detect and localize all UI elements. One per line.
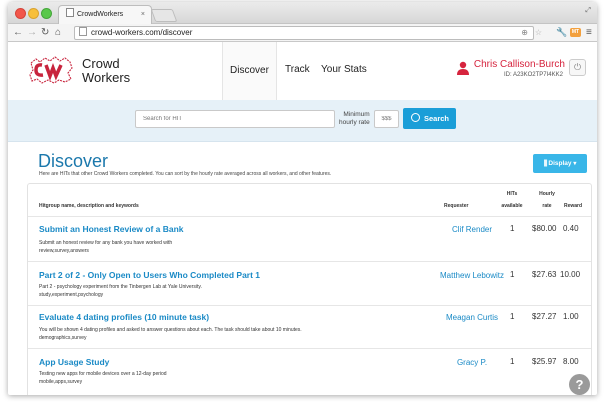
display-button[interactable]: ||| Display ▾ [533,154,587,173]
hit-description: Submit an honest review for any bank you… [39,239,359,255]
hit-keywords: review,survey,answers [39,248,89,254]
page-icon [79,27,87,36]
hit-description-text: Submit an honest review for any bank you… [39,240,173,246]
hit-hourly-rate: $80.00 [532,224,557,233]
search-input[interactable] [135,110,335,128]
tab-title: CrowdWorkers [77,11,124,18]
home-icon[interactable]: ⌂ [55,26,61,39]
hit-description: Part 2 - psychology experiment from the … [39,283,359,299]
col-header-hourly-line1: Hourly [539,191,555,197]
nav-your-stats[interactable]: Your Stats [321,64,367,75]
hit-available: 1 [510,312,515,321]
col-header-reward[interactable]: Reward [564,203,582,209]
close-window-button[interactable] [15,8,26,19]
hit-requester[interactable]: Matthew Lebowitz [436,270,508,281]
address-toolbar: ← → ↻ ⌂ crowd-workers.com/discover ⊕ ☆ 🔧… [8,24,597,42]
hit-keywords: mobile,apps,survey [39,379,83,385]
search-button[interactable]: Search [403,108,456,129]
url-bar[interactable]: crowd-workers.com/discover ⊕ ☆ [74,26,542,40]
hit-keywords: demographics,survey [39,335,87,341]
page-title: Discover [38,151,109,171]
hit-reward: 1.00 [563,312,579,321]
min-rate-label: Minimum hourly rate [339,111,370,127]
min-rate-label-line2: hourly rate [339,119,370,126]
header-divider [28,216,591,217]
chevron-down-icon: ▾ [573,161,577,167]
row-divider [28,261,591,262]
minimize-window-button[interactable] [28,8,39,19]
star-icon[interactable]: ☆ [535,27,542,39]
col-header-hourly-rate[interactable]: Hourly rate [536,191,558,209]
hit-hourly-rate: $27.63 [532,270,557,279]
tab-close-icon[interactable]: × [141,6,145,23]
brand-name-line2: Workers [82,70,131,85]
hit-reward: 8.00 [563,357,579,366]
zoom-icon[interactable]: ⊕ [521,27,528,39]
maximize-window-button[interactable] [41,8,52,19]
fullscreen-icon[interactable]: ⤢ [585,7,591,15]
wrench-icon[interactable]: 🔧 [556,26,567,39]
user-name[interactable]: Chris Callison-Burch [474,59,565,70]
hit-available: 1 [510,357,515,366]
col-header-hits-line2: available [501,203,523,209]
hit-requester[interactable]: Clif Render [436,224,508,235]
col-header-hits-line1: HITs [506,191,518,197]
hit-table: Hitgroup name, description and keywords … [27,183,592,395]
user-id: ID: A23KO2TP7I4KK2 [503,72,563,78]
site-header: Crowd Workers Discover Track Your Stats … [8,42,597,101]
hit-title[interactable]: Submit an Honest Review of a Bank [39,224,184,234]
min-rate-label-line1: Minimum [343,111,370,118]
title-bar: CrowdWorkers × ⤢ [8,2,597,24]
hit-keywords: study,experiment,psychology [39,292,104,298]
col-header-hourly-line2: rate [542,203,552,209]
hit-available: 1 [510,270,515,279]
hit-available: 1 [510,224,515,233]
row-divider [28,305,591,306]
col-header-requester[interactable]: Requester [444,203,468,209]
help-icon[interactable]: ? [569,374,590,395]
nav-discover[interactable]: Discover [222,42,277,100]
col-header-hitgroup[interactable]: Hitgroup name, description and keywords [39,203,139,209]
search-icon [411,113,420,122]
search-button-label: Search [424,114,450,123]
search-bar: Minimum hourly rate Search [8,100,597,142]
hit-hourly-rate: $27.27 [532,312,557,321]
hit-title[interactable]: App Usage Study [39,357,109,367]
hit-description-text: You will be shown 4 dating profiles and … [39,327,302,333]
hit-description: You will be shown 4 dating profiles and … [39,326,399,342]
hit-description-text: Part 2 - psychology experiment from the … [39,284,202,290]
page-description: Here are HITs that other Crowd Workers c… [39,171,332,177]
crowd-workers-logo[interactable] [28,55,74,85]
hit-title[interactable]: Evaluate 4 dating profiles (10 minute ta… [39,312,209,322]
reload-icon[interactable]: ↻ [41,26,49,39]
brand-name-line1: Crowd [82,56,120,71]
user-icon [457,61,469,75]
page-icon [66,8,74,17]
display-button-label: Display [548,160,572,167]
mturk-extension-icon[interactable]: MT [570,28,581,37]
hit-description-text: Testing new apps for mobile devices over… [39,371,167,377]
hit-reward: 0.40 [563,224,579,233]
hit-reward: 10.00 [560,270,581,279]
nav-track[interactable]: Track [285,64,310,75]
hit-requester[interactable]: Meagan Curtis [436,312,508,323]
browser-tab[interactable]: CrowdWorkers × [58,5,152,24]
forward-icon[interactable]: → [27,26,37,39]
hit-hourly-rate: $25.97 [532,357,557,366]
hit-requester[interactable]: Gracy P. [436,357,508,368]
hit-description: Testing new apps for mobile devices over… [39,370,359,386]
menu-icon[interactable]: ≡ [586,26,592,39]
columns-icon: ||| [543,160,548,167]
col-header-hits[interactable]: HITs available [498,191,526,209]
url-text: crowd-workers.com/discover [91,28,193,37]
logout-power-icon[interactable]: ⏻ [569,59,586,76]
hit-title[interactable]: Part 2 of 2 - Only Open to Users Who Com… [39,270,260,280]
new-tab-button[interactable] [150,9,178,22]
min-rate-input[interactable] [374,110,399,128]
back-icon[interactable]: ← [13,26,23,39]
row-divider [28,348,591,349]
browser-window: CrowdWorkers × ⤢ ← → ↻ ⌂ crowd-workers.c… [8,2,597,395]
